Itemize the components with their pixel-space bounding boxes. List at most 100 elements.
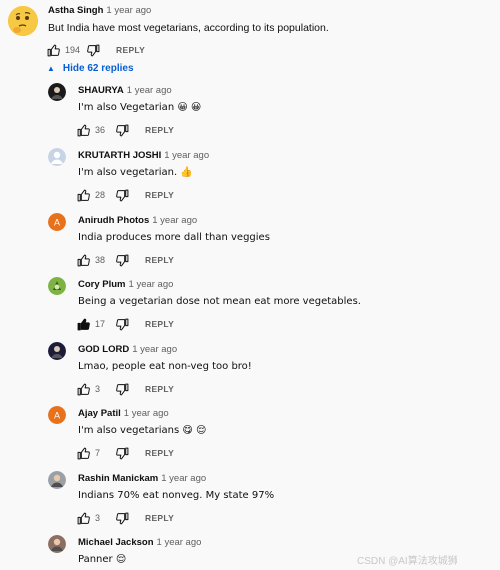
avatar[interactable]: A bbox=[48, 406, 66, 424]
like-count: 3 bbox=[95, 513, 101, 523]
timestamp[interactable]: 1 year ago bbox=[127, 85, 172, 96]
like-count: 28 bbox=[95, 190, 106, 200]
comment-actions: 17 REPLY bbox=[76, 317, 174, 331]
comment-text: India produces more dall than veggies bbox=[78, 232, 270, 243]
comment-text: I'm also vegetarians 😋 😌 bbox=[78, 425, 207, 436]
author-name[interactable]: Cory Plum bbox=[78, 279, 126, 290]
timestamp[interactable]: 1 year ago bbox=[106, 5, 151, 16]
thumbs-up-icon[interactable] bbox=[76, 446, 90, 460]
comment-header: Anirudh Photos 1 year ago bbox=[78, 215, 197, 226]
avatar[interactable] bbox=[48, 83, 66, 101]
thumbs-down-icon[interactable] bbox=[86, 43, 100, 57]
avatar-image bbox=[48, 148, 66, 166]
thumbs-up-icon[interactable] bbox=[76, 253, 90, 267]
avatar-image bbox=[48, 277, 66, 295]
avatar-image bbox=[48, 471, 66, 489]
thumbs-down-icon[interactable] bbox=[115, 382, 129, 396]
comment-text: Indians 70% eat nonveg. My state 97% bbox=[78, 490, 275, 501]
caret-up-icon: ▲ bbox=[47, 64, 55, 73]
avatar[interactable]: A bbox=[48, 213, 66, 231]
comment-header: SHAURYA 1 year ago bbox=[78, 85, 172, 96]
thumbs-down-icon[interactable] bbox=[115, 253, 129, 267]
comment-header: Michael Jackson 1 year ago bbox=[78, 537, 201, 548]
thumbs-up-icon[interactable] bbox=[76, 123, 90, 137]
reply-button[interactable]: REPLY bbox=[145, 384, 174, 394]
like-count: 38 bbox=[95, 255, 106, 265]
timestamp[interactable]: 1 year ago bbox=[129, 279, 174, 290]
hide-replies-label: Hide 62 replies bbox=[62, 63, 134, 74]
thinking-face-emoji-icon bbox=[8, 6, 38, 36]
author-name[interactable]: Astha Singh bbox=[48, 5, 103, 16]
comment-text: Being a vegetarian dose not mean eat mor… bbox=[78, 296, 361, 307]
avatar-image: A bbox=[48, 406, 66, 424]
avatar[interactable] bbox=[48, 277, 66, 295]
thumbs-down-icon[interactable] bbox=[115, 511, 129, 525]
thumbs-down-icon[interactable] bbox=[115, 317, 129, 331]
timestamp[interactable]: 1 year ago bbox=[164, 150, 209, 161]
timestamp[interactable]: 1 year ago bbox=[161, 473, 206, 484]
comment-actions: 38 REPLY bbox=[76, 253, 174, 267]
author-name[interactable]: GOD LORD bbox=[78, 344, 129, 355]
reply-button[interactable]: REPLY bbox=[145, 319, 174, 329]
like-count: 7 bbox=[95, 448, 101, 458]
reply-button[interactable]: REPLY bbox=[145, 513, 174, 523]
thumbs-down-icon[interactable] bbox=[115, 188, 129, 202]
timestamp[interactable]: 1 year ago bbox=[124, 408, 169, 419]
comment-actions: 7 REPLY bbox=[76, 446, 174, 460]
like-count: 17 bbox=[95, 319, 106, 329]
avatar[interactable] bbox=[48, 471, 66, 489]
avatar[interactable] bbox=[48, 342, 66, 360]
avatar-image: A bbox=[48, 213, 66, 231]
author-name[interactable]: KRUTARTH JOSHI bbox=[78, 150, 161, 161]
comment-header: Astha Singh 1 year ago bbox=[48, 5, 151, 16]
avatar[interactable] bbox=[48, 148, 66, 166]
comment-text: I'm also Vegetarian 😀 😀 bbox=[78, 102, 202, 113]
comment-header: GOD LORD 1 year ago bbox=[78, 344, 177, 355]
avatar-image bbox=[48, 535, 66, 553]
thumbs-down-icon[interactable] bbox=[115, 123, 129, 137]
comment-text: Lmao, people eat non-veg too bro! bbox=[78, 361, 252, 372]
avatar[interactable] bbox=[8, 6, 38, 36]
reply-button[interactable]: REPLY bbox=[145, 125, 174, 135]
thumbs-down-icon[interactable] bbox=[115, 446, 129, 460]
author-name[interactable]: Anirudh Photos bbox=[78, 215, 149, 226]
avatar-image bbox=[48, 342, 66, 360]
like-count: 3 bbox=[95, 384, 101, 394]
timestamp[interactable]: 1 year ago bbox=[157, 537, 202, 548]
comment-header: Rashin Manickam 1 year ago bbox=[78, 473, 206, 484]
timestamp[interactable]: 1 year ago bbox=[152, 215, 197, 226]
thumbs-up-icon[interactable] bbox=[76, 382, 90, 396]
comment-actions: 28 REPLY bbox=[76, 188, 174, 202]
comment-header: Ajay Patil 1 year ago bbox=[78, 408, 169, 419]
reply-button[interactable]: REPLY bbox=[145, 448, 174, 458]
thumbs-up-icon[interactable] bbox=[46, 43, 60, 57]
comment-actions: 3 REPLY bbox=[76, 511, 174, 525]
like-count: 36 bbox=[95, 125, 106, 135]
avatar-image bbox=[48, 83, 66, 101]
watermark: CSDN @AI算法攻城狮 bbox=[357, 556, 458, 567]
comment-actions: 36 REPLY bbox=[76, 123, 174, 137]
comment-text: Panner 😌 bbox=[78, 554, 127, 565]
reply-button[interactable]: REPLY bbox=[145, 190, 174, 200]
reply-button[interactable]: REPLY bbox=[116, 45, 145, 55]
svg-text:A: A bbox=[54, 218, 60, 228]
comment-header: Cory Plum 1 year ago bbox=[78, 279, 173, 290]
hide-replies-button[interactable]: ▲ Hide 62 replies bbox=[47, 63, 134, 74]
author-name[interactable]: SHAURYA bbox=[78, 85, 124, 96]
author-name[interactable]: Ajay Patil bbox=[78, 408, 121, 419]
author-name[interactable]: Rashin Manickam bbox=[78, 473, 158, 484]
comment-text: But India have most vegetarians, accordi… bbox=[48, 22, 329, 34]
like-count: 194 bbox=[65, 45, 81, 55]
thumbs-up-icon[interactable] bbox=[76, 317, 90, 331]
comment-text: I'm also vegetarian. 👍 bbox=[78, 167, 193, 178]
thumbs-up-icon[interactable] bbox=[76, 188, 90, 202]
comment-header: KRUTARTH JOSHI 1 year ago bbox=[78, 150, 209, 161]
author-name[interactable]: Michael Jackson bbox=[78, 537, 154, 548]
timestamp[interactable]: 1 year ago bbox=[132, 344, 177, 355]
thumbs-up-icon[interactable] bbox=[76, 511, 90, 525]
comment-actions: 194 REPLY bbox=[46, 43, 145, 57]
svg-text:A: A bbox=[54, 411, 60, 421]
avatar[interactable] bbox=[48, 535, 66, 553]
comment-actions: 3 REPLY bbox=[76, 382, 174, 396]
reply-button[interactable]: REPLY bbox=[145, 255, 174, 265]
